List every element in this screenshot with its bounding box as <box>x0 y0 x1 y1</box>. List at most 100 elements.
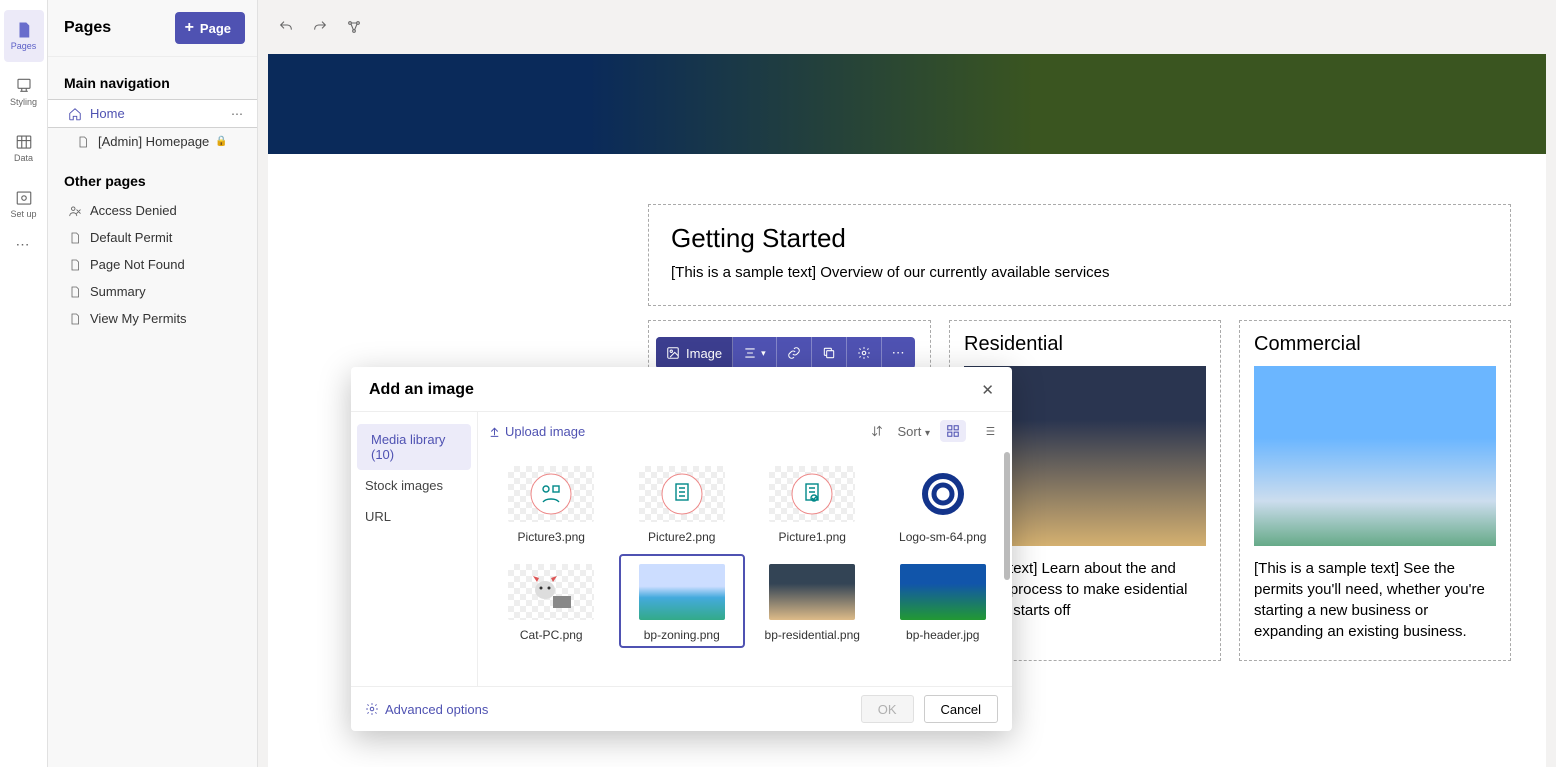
dialog-title: Add an image <box>369 381 474 399</box>
new-page-button[interactable]: + Page <box>175 12 245 44</box>
more-icon[interactable]: ⋯ <box>231 107 245 121</box>
tab-url[interactable]: URL <box>351 501 477 532</box>
sort-dropdown[interactable]: Sort ▾ <box>898 424 931 439</box>
gear-icon <box>365 702 379 716</box>
duplicate-icon <box>822 346 836 360</box>
undo-button[interactable] <box>276 17 296 37</box>
nav-view-permits[interactable]: View My Permits <box>48 305 257 332</box>
document-icon <box>68 258 82 272</box>
image-item[interactable]: bp-residential.png <box>749 554 876 648</box>
tab-media-library[interactable]: Media library (10) <box>357 424 471 470</box>
nav-label: Default Permit <box>90 230 172 245</box>
upload-label: Upload image <box>505 424 585 439</box>
image-name: Logo-sm-64.png <box>899 530 986 544</box>
nav-page-not-found[interactable]: Page Not Found <box>48 251 257 278</box>
nav-home[interactable]: Home ⋯ <box>48 99 257 128</box>
image-item[interactable]: bp-header.jpg <box>880 554 1007 648</box>
chevron-down-icon: ▾ <box>761 348 766 359</box>
card-text: [This is a sample text] See the permits … <box>1254 558 1496 642</box>
more-icon: ⋯ <box>892 345 905 361</box>
card-title: Commercial <box>1254 333 1496 356</box>
dialog-footer: Advanced options OK Cancel <box>351 686 1012 731</box>
dialog-header: Add an image ✕ <box>351 367 1012 411</box>
image-item[interactable]: Logo-sm-64.png <box>880 456 1007 550</box>
ctx-duplicate[interactable] <box>812 337 847 369</box>
image-item[interactable]: Picture3.png <box>488 456 615 550</box>
tab-stock-images[interactable]: Stock images <box>351 470 477 501</box>
scrollbar[interactable] <box>1004 452 1010 580</box>
rail-setup[interactable]: Set up <box>4 178 44 230</box>
nav-label: [Admin] Homepage <box>98 134 209 149</box>
rail-data[interactable]: Data <box>4 122 44 174</box>
panel-title: Pages <box>64 19 111 37</box>
cancel-button[interactable]: Cancel <box>924 695 998 723</box>
close-button[interactable]: ✕ <box>981 381 994 399</box>
advanced-options[interactable]: Advanced options <box>365 702 488 717</box>
gs-text: [This is a sample text] Overview of our … <box>671 264 1488 281</box>
nav-summary[interactable]: Summary <box>48 278 257 305</box>
add-image-dialog: Add an image ✕ Media library (10) Stock … <box>351 367 1012 731</box>
rail-label: Pages <box>11 41 37 51</box>
image-thumb <box>639 466 725 522</box>
redo-button[interactable] <box>310 17 330 37</box>
getting-started-section[interactable]: Getting Started [This is a sample text] … <box>648 204 1511 306</box>
image-item[interactable]: Cat-PC.png <box>488 554 615 648</box>
nav-label: Access Denied <box>90 203 177 218</box>
image-name: Picture3.png <box>518 530 585 544</box>
ctx-align[interactable]: ▾ <box>733 337 777 369</box>
section-other: Other pages <box>48 155 257 197</box>
card-commercial[interactable]: Commercial [This is a sample text] See t… <box>1239 320 1511 661</box>
nav-label: Summary <box>90 284 146 299</box>
panel-header: Pages + Page <box>48 0 257 57</box>
list-view-button[interactable] <box>976 420 1002 442</box>
card-title: Residential <box>964 333 1206 356</box>
image-icon <box>666 346 680 360</box>
home-icon <box>68 107 82 121</box>
image-thumb <box>900 564 986 620</box>
rail-more[interactable]: ⋯ <box>16 236 32 253</box>
card-thumb <box>1254 366 1496 546</box>
rail-styling[interactable]: Styling <box>4 66 44 118</box>
ctx-more[interactable]: ⋯ <box>882 337 915 369</box>
image-name: bp-zoning.png <box>644 628 720 642</box>
nav-admin-home[interactable]: [Admin] Homepage 🔒 <box>48 128 257 155</box>
upload-button[interactable]: Upload image <box>488 424 585 439</box>
nav-default-permit[interactable]: Default Permit <box>48 224 257 251</box>
ctx-image[interactable]: Image <box>656 337 733 369</box>
image-name: bp-residential.png <box>765 628 860 642</box>
ctx-settings[interactable] <box>847 337 882 369</box>
image-name: bp-header.jpg <box>906 628 979 642</box>
image-name: Picture2.png <box>648 530 715 544</box>
rail-pages[interactable]: Pages <box>4 10 44 62</box>
dialog-body: Media library (10) Stock images URL Uplo… <box>351 411 1012 686</box>
dialog-tools: Upload image Sort ▾ <box>478 412 1012 446</box>
sort-direction[interactable] <box>866 420 888 442</box>
source-tabs: Media library (10) Stock images URL <box>351 412 477 686</box>
image-thumb <box>900 466 986 522</box>
ctx-link[interactable] <box>777 337 812 369</box>
plus-icon: + <box>185 20 194 36</box>
person-icon <box>68 204 82 218</box>
left-rail: Pages Styling Data Set up ⋯ <box>0 0 48 767</box>
document-icon <box>68 285 82 299</box>
document-icon <box>68 231 82 245</box>
ctx-label: Image <box>686 346 722 361</box>
grid-view-button[interactable] <box>940 420 966 442</box>
upload-icon <box>488 425 501 438</box>
link-button[interactable] <box>344 17 364 37</box>
image-item-selected[interactable]: bp-zoning.png <box>619 554 746 648</box>
section-main-nav: Main navigation <box>48 57 257 99</box>
image-thumb <box>508 466 594 522</box>
align-icon <box>743 346 757 360</box>
canvas-toolbar <box>258 0 1556 54</box>
nav-access-denied[interactable]: Access Denied <box>48 197 257 224</box>
lock-icon: 🔒 <box>215 136 227 147</box>
setup-icon <box>15 189 33 207</box>
rail-label: Styling <box>10 97 37 107</box>
image-item[interactable]: Picture1.png <box>749 456 876 550</box>
image-item[interactable]: Picture2.png <box>619 456 746 550</box>
image-thumb <box>769 564 855 620</box>
nav-label: Home <box>90 106 125 121</box>
image-context-toolbar: Image ▾ ⋯ <box>656 337 915 369</box>
grid-icon <box>946 424 960 438</box>
